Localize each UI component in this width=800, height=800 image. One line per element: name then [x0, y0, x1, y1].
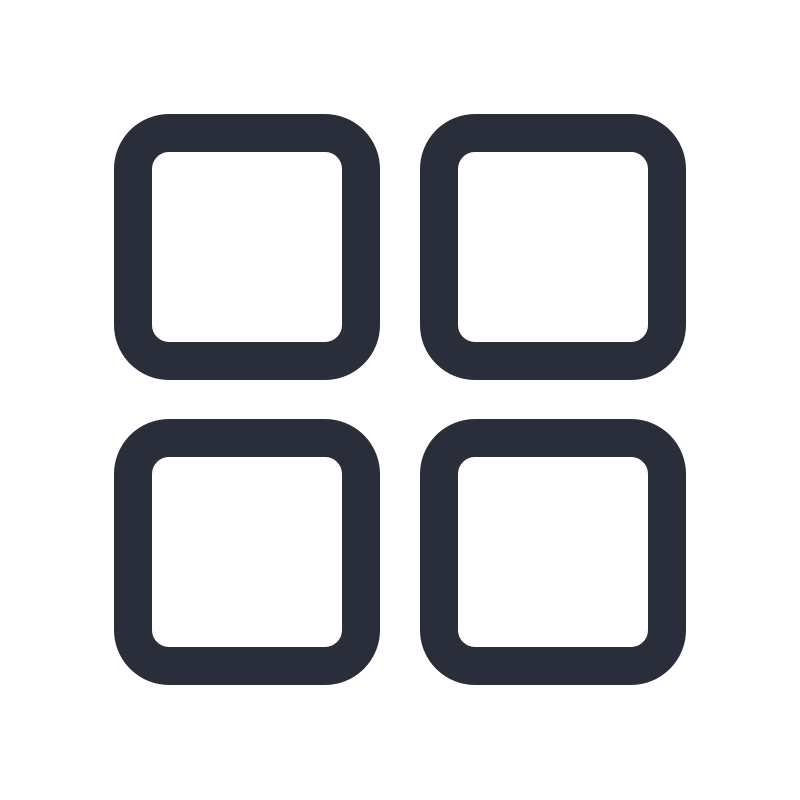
grid-tile-bottom-right: [420, 419, 686, 685]
grid-tile-bottom-left: [114, 419, 380, 685]
grid-tile-top-right: [420, 114, 686, 380]
grid-tile-top-left: [114, 114, 380, 380]
grid-icon: [114, 114, 686, 685]
icon-canvas: [0, 0, 800, 800]
